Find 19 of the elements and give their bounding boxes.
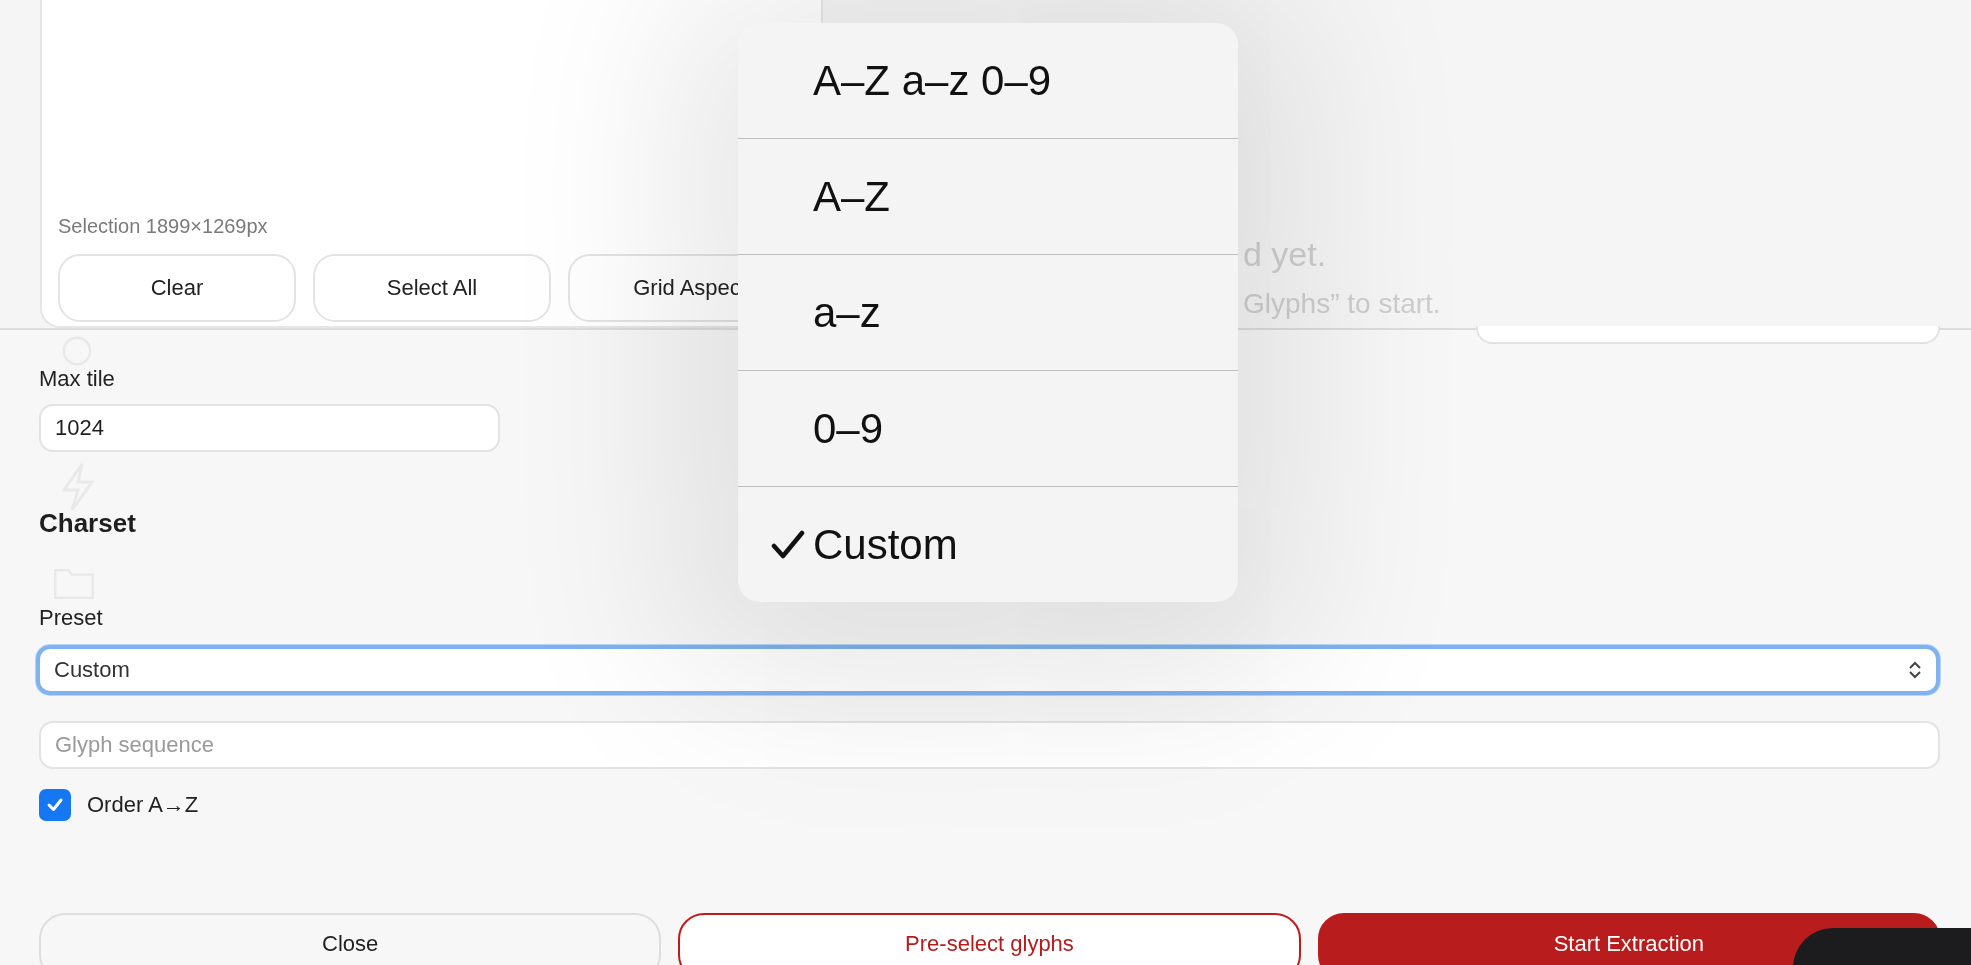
action-button[interactable]: Pre-select glyphs bbox=[678, 913, 1301, 965]
max-tile-field[interactable]: 1024 bbox=[39, 404, 500, 452]
selection-button[interactable]: Select All bbox=[313, 254, 551, 322]
input-field[interactable] bbox=[1476, 326, 1940, 344]
field-label: Max tile bbox=[39, 366, 116, 392]
chevron-icon bbox=[1908, 660, 1922, 680]
checkbox-label: Order A→Z bbox=[87, 792, 199, 818]
field-label: Preset bbox=[39, 605, 104, 631]
preset-select[interactable]: Custom bbox=[36, 645, 1940, 695]
menu-option[interactable]: a–z bbox=[738, 254, 1238, 370]
selection-caption: Selection 1899×1269px bbox=[58, 215, 269, 238]
action-button[interactable]: Close bbox=[39, 913, 662, 965]
menu-option[interactable]: A–Z bbox=[738, 138, 1238, 254]
menu-option[interactable]: A–Z a–z 0–9 bbox=[738, 23, 1238, 138]
checkbox[interactable] bbox=[39, 789, 71, 821]
section-heading: Charset bbox=[39, 508, 137, 539]
menu-option[interactable]: Custom bbox=[738, 486, 1238, 602]
menu-option[interactable]: 0–9 bbox=[738, 370, 1238, 486]
selection-button[interactable]: Clear bbox=[58, 254, 296, 322]
